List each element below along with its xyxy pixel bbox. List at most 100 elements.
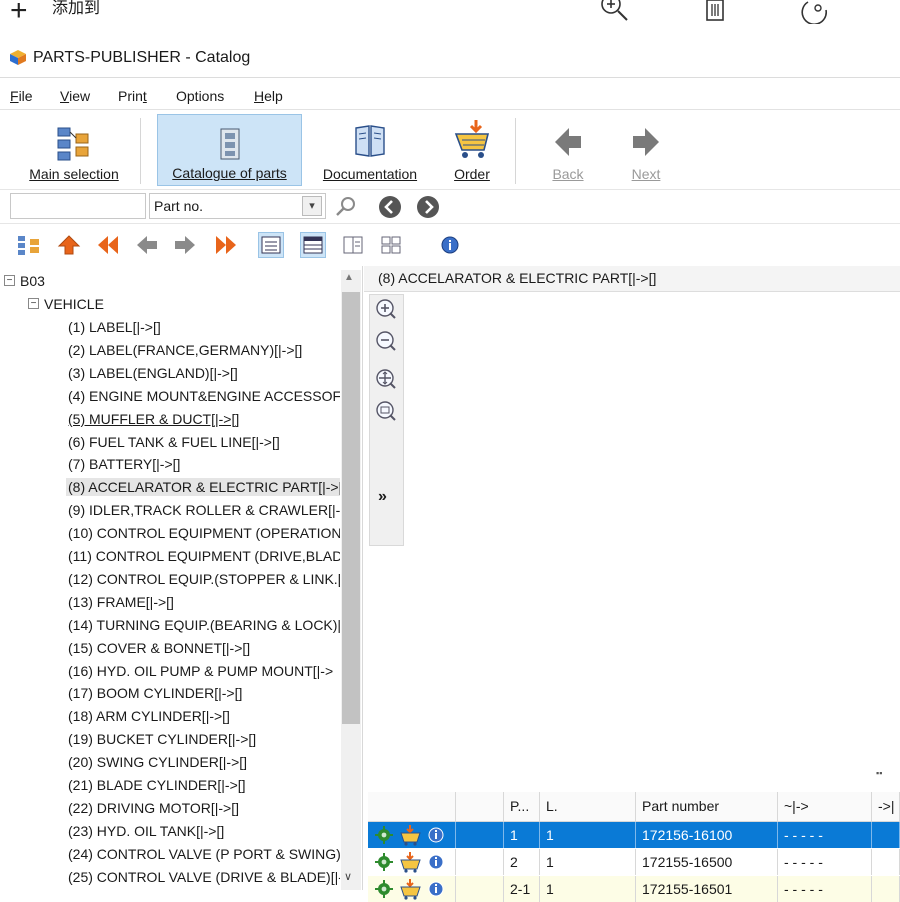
zoom-in-icon[interactable] bbox=[598, 0, 632, 24]
order-label: Order bbox=[454, 166, 490, 182]
table-header-blank[interactable] bbox=[456, 792, 504, 822]
next-icon[interactable] bbox=[172, 232, 198, 258]
level-cell: 1 bbox=[540, 822, 636, 848]
tree-item[interactable]: (22) DRIVING MOTOR[|->[] bbox=[66, 799, 340, 817]
previous-icon[interactable] bbox=[134, 232, 160, 258]
shopping-cart-icon bbox=[454, 120, 490, 158]
menu-print[interactable]: Print bbox=[118, 88, 147, 104]
table-header-position[interactable]: P... bbox=[504, 792, 540, 822]
tree-item[interactable]: (13) FRAME[|->[] bbox=[66, 593, 340, 611]
tree-item[interactable]: (15) COVER & BONNET[|->[] bbox=[66, 639, 340, 657]
table-header-level[interactable]: L. bbox=[540, 792, 636, 822]
order-button[interactable]: Order bbox=[442, 114, 502, 186]
next-button[interactable]: Next bbox=[618, 114, 674, 186]
table-header-icons[interactable] bbox=[368, 792, 456, 822]
menu-options[interactable]: Options bbox=[176, 88, 224, 104]
book-icon bbox=[355, 125, 385, 157]
table-row[interactable]: 2-1 1 172155-16501- - - - - bbox=[368, 876, 900, 902]
search-input[interactable] bbox=[10, 193, 146, 219]
row-action-icons bbox=[368, 849, 456, 875]
search-icon[interactable] bbox=[334, 195, 358, 219]
zoom-in-icon[interactable] bbox=[375, 298, 397, 320]
table-view-icon[interactable] bbox=[300, 232, 326, 258]
splitter-grip-icon[interactable]: ▪▪ bbox=[876, 768, 882, 778]
tree-item[interactable]: (14) TURNING EQUIP.(BEARING & LOCK)| bbox=[66, 616, 340, 634]
tree-item[interactable]: (24) CONTROL VALVE (P PORT & SWING) bbox=[66, 845, 340, 863]
add-plus-icon[interactable]: + bbox=[10, 0, 28, 26]
level-up-icon[interactable] bbox=[56, 232, 82, 258]
info-icon[interactable] bbox=[437, 232, 463, 258]
tree-item[interactable]: (2) LABEL(FRANCE,GERMANY)[|->[] bbox=[66, 341, 340, 359]
tree-item[interactable]: (18) ARM CYLINDER[|->[] bbox=[66, 707, 340, 725]
tree-item[interactable]: (1) LABEL[|->[] bbox=[66, 318, 340, 336]
position-cell: 2-1 bbox=[504, 876, 540, 902]
part-number-cell: 172155-16501 bbox=[636, 876, 778, 902]
tree-view-icon[interactable] bbox=[16, 232, 42, 258]
exploded-drawing-area[interactable] bbox=[406, 294, 900, 786]
table-header-valid-to[interactable]: ->| bbox=[872, 792, 900, 822]
tree-item[interactable]: (17) BOOM CYLINDER[|->[] bbox=[66, 684, 340, 702]
tree-scrollbar-thumb[interactable] bbox=[342, 292, 360, 724]
search-field-select-value: Part no. bbox=[154, 198, 204, 214]
empty-cell bbox=[456, 849, 504, 875]
zoom-fit-icon[interactable] bbox=[375, 368, 397, 390]
first-icon[interactable] bbox=[96, 232, 122, 258]
previous-result-icon[interactable] bbox=[378, 195, 402, 219]
tree-item[interactable]: (9) IDLER,TRACK ROLLER & CRAWLER[|-> bbox=[66, 501, 340, 519]
catalogue-of-parts-button[interactable]: Catalogue of parts bbox=[157, 114, 302, 186]
info-icon bbox=[428, 881, 444, 897]
table-row[interactable]: 1 1 172156-16100- - - - - bbox=[368, 822, 900, 848]
tree-item[interactable]: (5) MUFFLER & DUCT[|->[] bbox=[66, 410, 340, 428]
position-cell: 2 bbox=[504, 849, 540, 875]
tree-item[interactable]: (21) BLADE CYLINDER[|->[] bbox=[66, 776, 340, 794]
list-view-icon[interactable] bbox=[258, 232, 284, 258]
grid-view-icon[interactable] bbox=[378, 232, 404, 258]
tree-item[interactable]: (25) CONTROL VALVE (DRIVE & BLADE)[|- bbox=[66, 868, 340, 886]
scroll-down-icon[interactable]: ∨ bbox=[344, 870, 352, 883]
tree-item[interactable]: (8) ACCELARATOR & ELECTRIC PART[|->[] bbox=[66, 478, 340, 497]
tree-item[interactable]: (19) BUCKET CYLINDER[|->[] bbox=[66, 730, 340, 748]
tree-item[interactable]: (7) BATTERY[|->[] bbox=[66, 455, 340, 473]
zoom-area-icon[interactable] bbox=[375, 400, 397, 422]
add-to-cart-icon bbox=[400, 825, 421, 846]
tree-item[interactable]: (11) CONTROL EQUIPMENT (DRIVE,BLAD bbox=[66, 547, 340, 565]
collapse-icon[interactable]: − bbox=[4, 275, 15, 286]
add-to-label[interactable]: 添加到 bbox=[52, 0, 100, 18]
table-header-valid-from[interactable]: ~|-> bbox=[778, 792, 872, 822]
back-arrow-icon bbox=[555, 128, 581, 156]
tree-node-group[interactable]: VEHICLE bbox=[44, 295, 104, 313]
table-row[interactable]: 2 1 172155-16500- - - - - bbox=[368, 849, 900, 875]
valid-from-cell: - - - - - bbox=[778, 849, 872, 875]
documentation-button[interactable]: Documentation bbox=[312, 114, 428, 186]
toolbar-divider bbox=[140, 118, 141, 184]
tree-item[interactable]: (6) FUEL TANK & FUEL LINE[|->[] bbox=[66, 433, 340, 451]
viewer-top-strip bbox=[0, 0, 900, 40]
zoom-out-icon[interactable] bbox=[375, 330, 397, 352]
tree-node-root[interactable]: B03 bbox=[20, 272, 45, 290]
main-selection-button[interactable]: Main selection bbox=[18, 114, 130, 186]
chevron-down-icon[interactable]: ▾ bbox=[302, 196, 322, 216]
last-icon[interactable] bbox=[212, 232, 238, 258]
empty-cell bbox=[456, 822, 504, 848]
rotate-icon[interactable] bbox=[800, 0, 836, 24]
split-view-icon[interactable] bbox=[340, 232, 366, 258]
expand-toolbar-button[interactable]: » bbox=[378, 488, 387, 506]
row-action-icons bbox=[368, 822, 456, 848]
menu-view[interactable]: View bbox=[60, 88, 90, 104]
scroll-up-icon[interactable]: ▲ bbox=[344, 272, 354, 283]
tree-item[interactable]: (4) ENGINE MOUNT&ENGINE ACCESSOF bbox=[66, 387, 340, 405]
next-result-icon[interactable] bbox=[416, 195, 440, 219]
collapse-icon[interactable]: − bbox=[28, 298, 39, 309]
back-button[interactable]: Back bbox=[540, 114, 596, 186]
tree-item[interactable]: (3) LABEL(ENGLAND)[|->[] bbox=[66, 364, 340, 382]
tree-item[interactable]: (10) CONTROL EQUIPMENT (OPERATION bbox=[66, 524, 340, 542]
tree-item[interactable]: (20) SWING CYLINDER[|->[] bbox=[66, 753, 340, 771]
tree-item[interactable]: (16) HYD. OIL PUMP & PUMP MOUNT[|-> bbox=[66, 662, 340, 680]
table-header-part-number[interactable]: Part number bbox=[636, 792, 778, 822]
menu-file[interactable]: File bbox=[10, 88, 33, 104]
menu-help[interactable]: Help bbox=[254, 88, 283, 104]
tree-item[interactable]: (12) CONTROL EQUIP.(STOPPER & LINK.[ bbox=[66, 570, 340, 588]
tree-item[interactable]: (23) HYD. OIL TANK[|->[] bbox=[66, 822, 340, 840]
delete-icon[interactable] bbox=[703, 0, 727, 24]
row-action-icons bbox=[368, 876, 456, 902]
